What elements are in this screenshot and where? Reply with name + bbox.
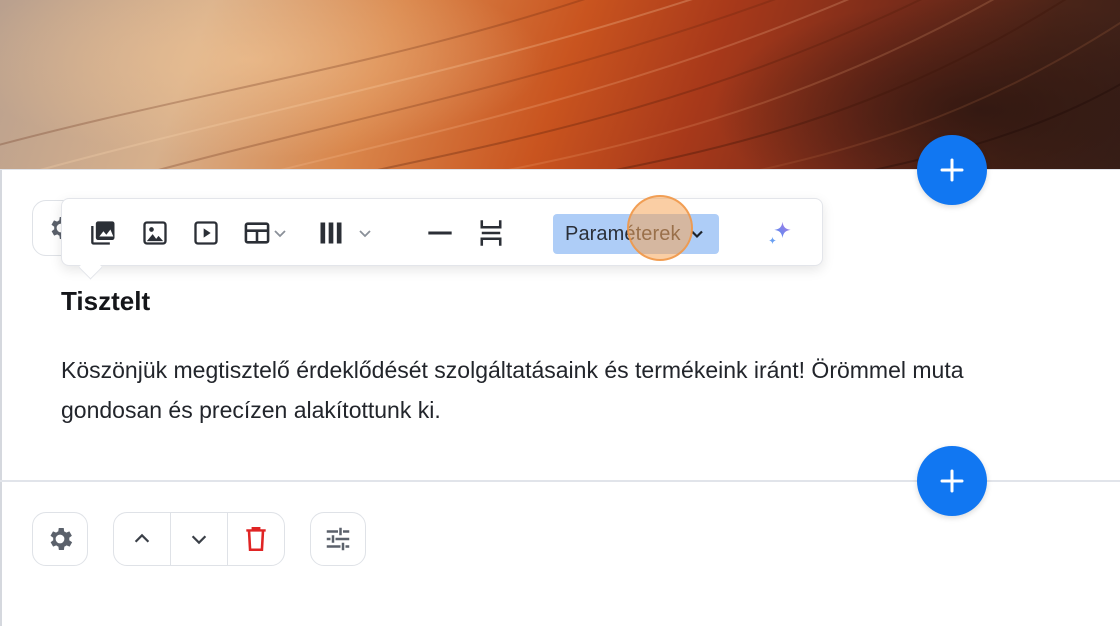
toolbar-pointer <box>78 255 103 280</box>
section-style-button[interactable] <box>311 513 365 565</box>
table-button[interactable] <box>242 215 288 251</box>
section-move-group <box>113 512 285 566</box>
parameters-label: Paraméterek <box>565 222 681 245</box>
gear-icon <box>50 528 73 550</box>
content-paragraph: Köszönjük megtisztelő érdeklődését szolg… <box>61 350 1120 430</box>
spacer-button[interactable] <box>477 215 505 251</box>
spacer-icon <box>480 220 502 246</box>
horizontal-line-icon <box>428 231 452 235</box>
section-settings-button[interactable] <box>33 513 87 565</box>
chevron-down-icon <box>690 230 703 239</box>
plus-icon <box>940 158 964 182</box>
gallery-icon <box>91 221 115 245</box>
move-down-button[interactable] <box>170 513 227 565</box>
columns-button[interactable] <box>317 215 373 251</box>
sparkle-icon <box>768 221 791 245</box>
chevron-down-icon <box>359 230 371 238</box>
trash-icon <box>246 527 266 552</box>
columns-icon <box>320 222 342 244</box>
paragraph-line: gondosan és precízen alakítottunk ki. <box>61 397 441 423</box>
block-toolbar: Paraméterek <box>61 198 823 280</box>
section-settings-group <box>32 512 88 566</box>
ai-assistant-button[interactable] <box>765 215 795 251</box>
section-style-group <box>310 512 366 566</box>
add-block-button-top[interactable] <box>917 135 987 205</box>
paragraph-line: Köszönjük megtisztelő érdeklődését szolg… <box>61 357 964 383</box>
content-heading: Tisztelt <box>61 286 151 316</box>
sliders-icon <box>326 527 350 551</box>
image-button[interactable] <box>141 215 169 251</box>
content-left-border <box>0 170 2 626</box>
move-up-button[interactable] <box>114 513 170 565</box>
gallery-button[interactable] <box>90 215 118 251</box>
chevron-up-icon <box>134 533 150 543</box>
delete-section-button[interactable] <box>227 513 284 565</box>
horizontal-line-button[interactable] <box>426 215 454 251</box>
image-icon <box>143 221 167 245</box>
add-block-button-bottom[interactable] <box>917 446 987 516</box>
plus-icon <box>940 469 964 493</box>
chevron-down-icon <box>191 535 207 545</box>
table-icon <box>244 222 270 244</box>
video-icon <box>194 221 218 245</box>
video-button[interactable] <box>192 215 220 251</box>
parameters-dropdown[interactable]: Paraméterek <box>553 214 719 254</box>
chevron-down-icon <box>274 230 286 238</box>
